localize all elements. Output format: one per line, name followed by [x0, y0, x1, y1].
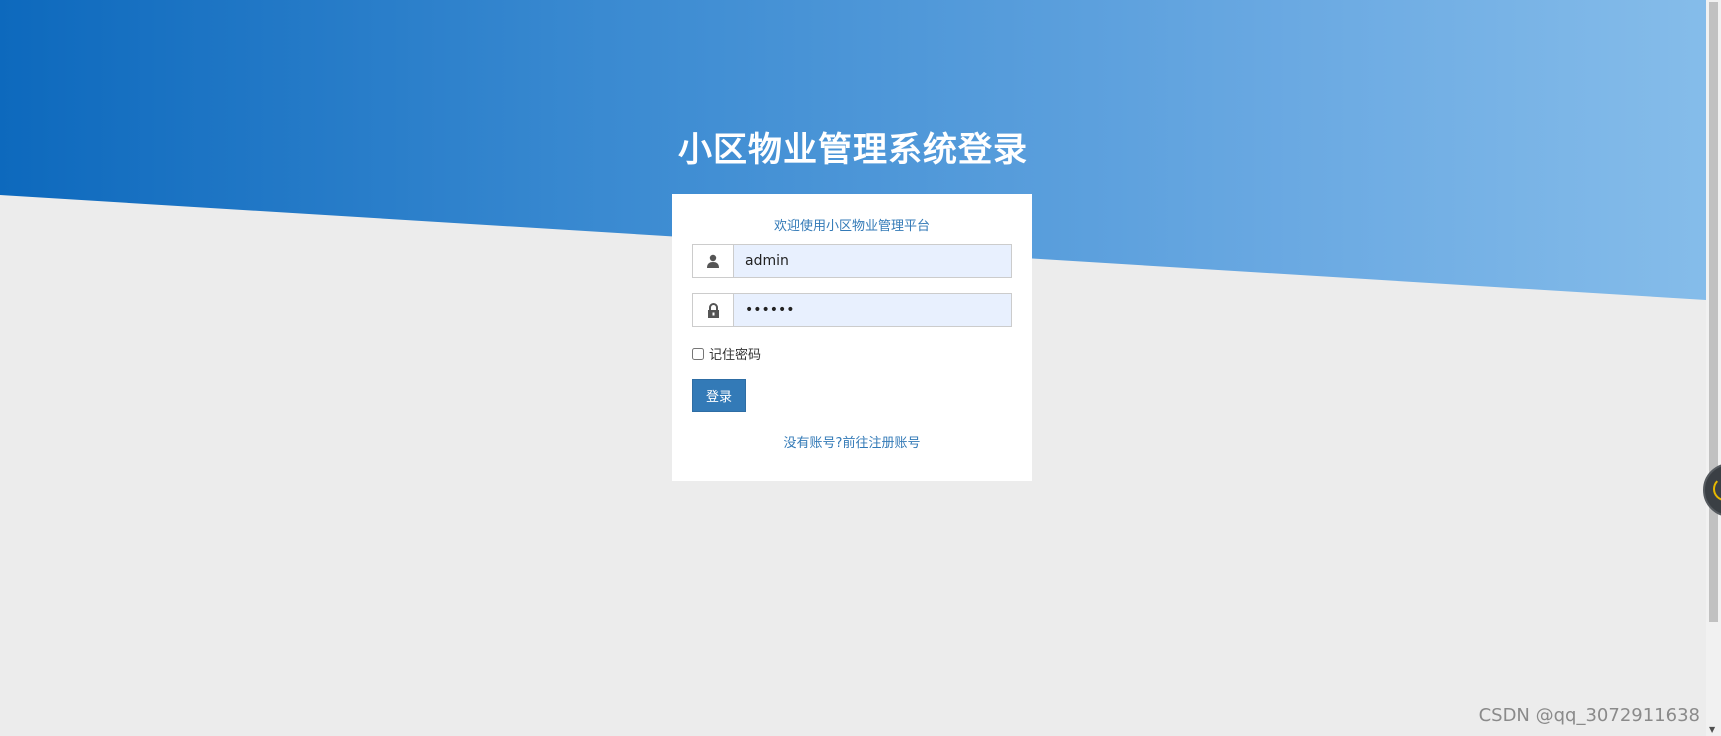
remember-password-checkbox[interactable]: [692, 347, 704, 360]
login-button[interactable]: 登录: [692, 379, 746, 412]
password-input[interactable]: [733, 293, 1012, 327]
user-icon: [692, 244, 733, 278]
remember-password-label: 记住密码: [709, 348, 762, 363]
scroll-down-arrow-icon[interactable]: ▼: [1709, 725, 1715, 734]
login-card: 欢迎使用小区物业管理平台 记住密码: [672, 194, 1032, 481]
vertical-scrollbar[interactable]: ▼: [1706, 0, 1721, 736]
username-group: [692, 244, 1012, 278]
username-input[interactable]: [733, 244, 1012, 278]
login-page: 小区物业管理系统登录 欢迎使用小区物业管理平台 admin •••••• 记住密…: [0, 0, 1721, 736]
lock-icon: [692, 293, 733, 327]
password-group: [692, 293, 1012, 327]
remember-password-row[interactable]: 记住密码: [692, 344, 761, 363]
welcome-text: 欢迎使用小区物业管理平台: [773, 219, 930, 234]
scrollbar-thumb[interactable]: [1709, 2, 1718, 622]
register-link[interactable]: 没有账号?前往注册账号: [672, 432, 1032, 451]
page-title: 小区物业管理系统登录: [678, 130, 1028, 170]
watermark: CSDN @qq_3072911638: [1478, 705, 1700, 726]
